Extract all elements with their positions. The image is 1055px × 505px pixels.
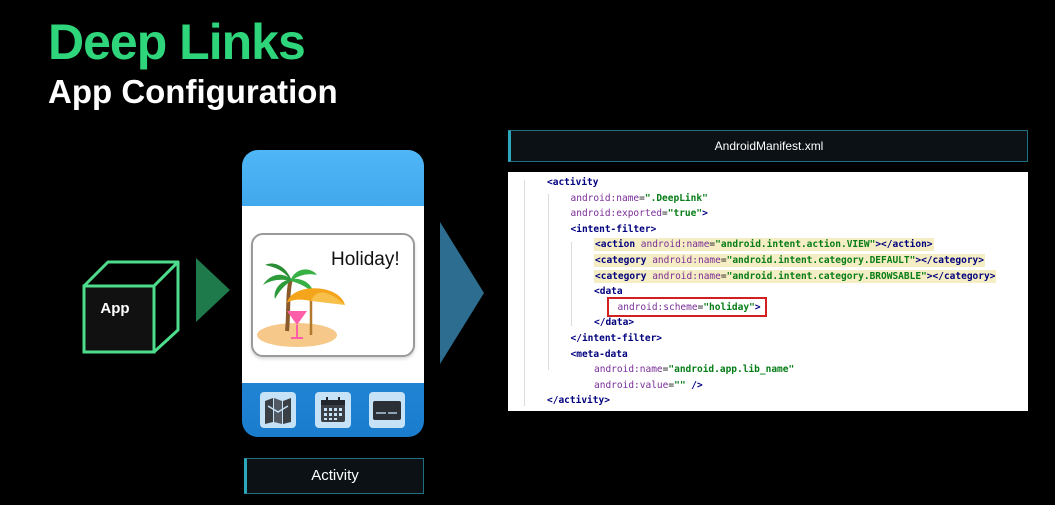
code-token: android:: [570, 208, 617, 220]
code-token: <category: [595, 270, 653, 282]
code-line: <action android:name="android.intent.act…: [594, 237, 934, 252]
code-token: name: [616, 192, 640, 204]
code-token: </data>: [594, 317, 635, 329]
scheme-highlight-box: [607, 297, 767, 317]
page-subtitle: App Configuration: [48, 73, 338, 110]
code-token: name: [697, 255, 721, 266]
code-token: />: [685, 379, 703, 391]
code-token: "android.app.lib_name": [668, 364, 795, 376]
code-token: <meta-data: [570, 348, 628, 360]
phone-screen: Holiday!: [242, 206, 424, 383]
code-line: android:exported="true">: [571, 206, 708, 221]
activity-label: Activity: [244, 458, 424, 494]
phone-mockup: Holiday!: [242, 150, 424, 437]
code-token: ></action>: [875, 239, 933, 251]
code-token: <category: [595, 255, 653, 266]
code-line: <activity: [547, 175, 599, 190]
code-token: "android.intent.category.DEFAULT": [726, 255, 916, 266]
code-line: <category android:name="android.intent.c…: [594, 269, 997, 284]
code-line: <category android:name="android.intent.c…: [594, 253, 985, 268]
calendar-icon[interactable]: [315, 392, 351, 428]
code-token: >: [702, 208, 708, 220]
code-token: ></category>: [915, 255, 984, 266]
code-token: android:: [570, 192, 617, 204]
app-label: App: [100, 300, 130, 317]
code-token: name: [639, 364, 663, 376]
code-token: "true": [667, 208, 703, 220]
indent-guide: [548, 194, 549, 370]
arrow-right-icon: [440, 222, 484, 364]
code-token: "": [674, 379, 686, 391]
credit-card-icon[interactable]: [369, 392, 405, 428]
code-line: </data>: [594, 315, 634, 330]
code-token: android:: [594, 364, 640, 376]
code-token: ></category>: [926, 270, 996, 282]
manifest-filename-label: AndroidManifest.xml: [508, 130, 1028, 162]
code-line: <intent-filter>: [571, 222, 657, 237]
code-token: name: [686, 239, 710, 251]
code-token: </intent-filter>: [570, 333, 663, 344]
code-token: android:: [594, 379, 640, 391]
code-line: android:value="" />: [594, 378, 703, 393]
page-title: Deep Links: [48, 14, 306, 70]
code-line: android:name="android.app.lib_name": [594, 362, 794, 377]
indent-guide: [571, 242, 572, 326]
code-token: <intent-filter>: [570, 223, 657, 235]
code-token: activity: [552, 177, 599, 188]
code-token: value: [639, 379, 669, 391]
arrow-right-icon: [196, 258, 230, 322]
code-token: exported: [616, 208, 663, 220]
code-line: </activity>: [547, 393, 610, 408]
code-token: ".DeepLink": [644, 192, 708, 204]
code-token: </activity>: [547, 395, 610, 407]
code-token: <data: [594, 286, 623, 298]
holiday-card[interactable]: Holiday!: [251, 233, 415, 357]
code-token: name: [697, 270, 721, 282]
map-icon[interactable]: [260, 392, 296, 428]
code-token: android:: [652, 255, 698, 266]
code-token: "android.intent.action.VIEW": [715, 239, 876, 251]
code-token: android:: [652, 270, 698, 282]
code-line: </intent-filter>: [571, 331, 663, 346]
code-line: <meta-data: [571, 347, 628, 362]
manifest-code-panel: <activity android:name=".DeepLink" android…: [508, 172, 1028, 411]
code-token: android:: [640, 239, 687, 251]
code-line: android:name=".DeepLink": [571, 191, 708, 206]
holiday-text: Holiday!: [331, 249, 400, 270]
indent-guide: [524, 180, 525, 406]
code-token: "android.intent.category.BROWSABLE": [726, 270, 927, 282]
code-token: <action: [595, 239, 641, 251]
